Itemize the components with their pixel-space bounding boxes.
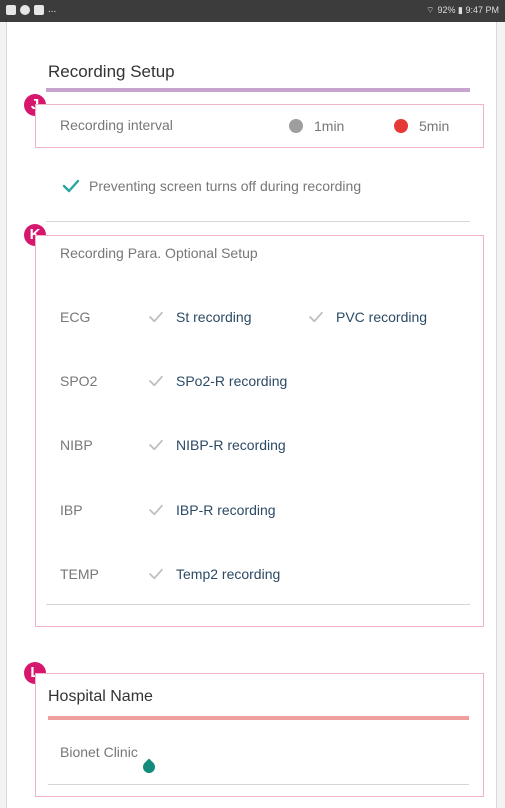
app-notification-icon [20,5,30,15]
title-underline [46,88,470,92]
optional-setup-title: Recording Para. Optional Setup [60,245,258,261]
prevent-screen-off-label: Preventing screen turns off during recor… [89,178,362,194]
check-icon [62,179,80,193]
pvc-recording-checkbox[interactable]: PVC recording [308,309,427,325]
ibp-r-recording-checkbox[interactable]: IBP-R recording [148,502,276,518]
image-notification-icon [6,5,16,15]
section-divider [46,604,470,605]
more-notifications-indicator: ... [48,4,57,15]
section-divider [46,221,470,222]
check-icon [309,311,323,323]
ibp-r-recording-label: IBP-R recording [176,502,276,518]
radio-1min[interactable]: 1min [289,118,344,134]
temp2-recording-checkbox[interactable]: Temp2 recording [148,566,280,582]
recording-setup-title: Recording Setup [48,62,175,81]
pvc-recording-label: PVC recording [336,309,428,325]
check-icon [149,439,163,451]
status-bar: ... ⌔ 92% ▮ 9:47 PM [0,0,505,22]
check-icon [149,311,163,323]
recording-interval-box: Recording interval 1min 5min [35,104,484,148]
check-icon [149,375,163,387]
temp2-recording-label: Temp2 recording [176,566,281,582]
left-bezel [0,0,7,808]
status-text: 92% ▮ 9:47 PM [437,5,499,15]
nibp-r-recording-label: NIBP-R recording [176,437,286,453]
wifi-icon: ⌔ [426,5,435,15]
param-nibp-label: NIBP [60,437,93,453]
prevent-screen-off-checkbox[interactable]: Preventing screen turns off during recor… [62,178,361,194]
recording-interval-label: Recording interval [60,117,173,133]
spo2-r-recording-label: SPo2-R recording [176,373,288,389]
check-icon [149,568,163,580]
check-icon [149,504,163,516]
radio-selected-icon [394,119,408,133]
radio-unselected-icon [289,119,303,133]
hospital-title-underline [48,716,469,720]
param-spo2-label: SPO2 [60,373,98,389]
hospital-name-title: Hospital Name [48,688,153,705]
right-bezel [496,0,505,808]
spo2-r-recording-checkbox[interactable]: SPo2-R recording [148,373,287,389]
st-recording-checkbox[interactable]: St recording [148,309,251,325]
nibp-r-recording-checkbox[interactable]: NIBP-R recording [148,437,286,453]
radio-5min-label: 5min [419,118,450,134]
param-ibp-label: IBP [60,502,83,518]
param-ecg-label: ECG [60,309,91,325]
param-temp-label: TEMP [60,566,99,582]
radio-1min-label: 1min [314,118,345,134]
hospital-name-input[interactable]: Bionet Clinic [48,740,469,785]
hospital-name-value: Bionet Clinic [60,744,138,760]
gallery-notification-icon [34,5,44,15]
st-recording-label: St recording [176,309,252,325]
optional-setup-box: Recording Para. Optional Setup ECG St re… [35,235,484,627]
radio-5min[interactable]: 5min [394,118,449,134]
